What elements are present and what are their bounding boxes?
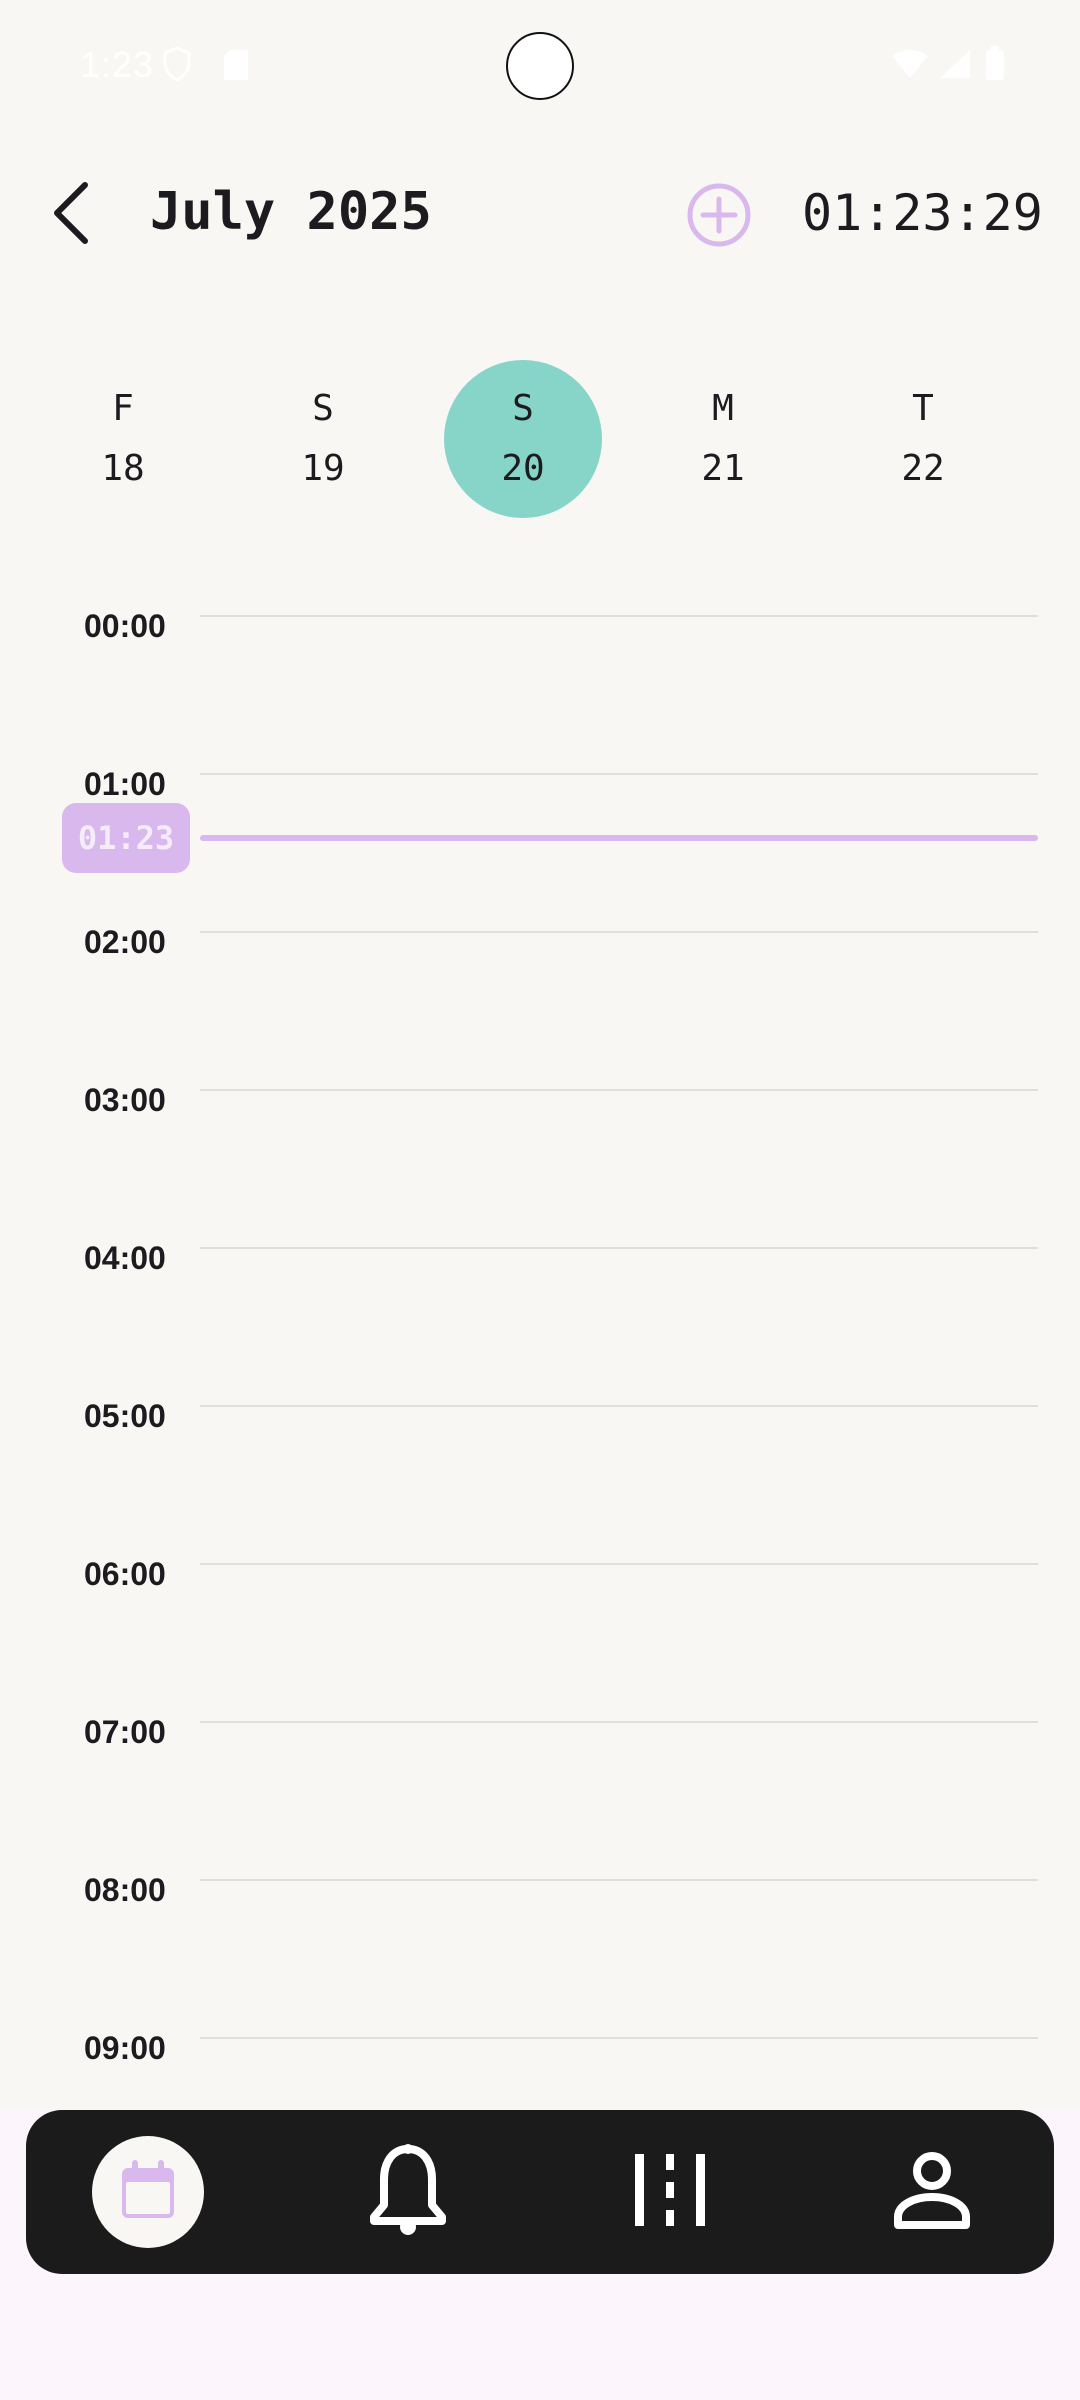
add-event-button[interactable] — [684, 182, 754, 252]
nav-profile[interactable] — [876, 2136, 988, 2248]
day-number: 21 — [701, 448, 745, 489]
nav-board[interactable] — [614, 2136, 726, 2248]
bottom-navigation — [26, 2110, 1054, 2274]
day-timeline[interactable]: 00:00 01:00 01:23 02:00 03:00 04:00 05:0… — [0, 580, 1080, 2110]
status-time: 1:23 — [80, 44, 155, 85]
hour-gridline — [200, 1563, 1038, 1565]
columns-icon — [631, 2150, 709, 2235]
hour-label: 09:00 — [84, 2030, 166, 2066]
day-number: 19 — [301, 448, 345, 489]
current-time-badge: 01:23 — [62, 803, 190, 873]
chevron-left-icon — [49, 181, 93, 250]
day-letter: S — [512, 388, 534, 429]
header: July 2025 01:23:29 — [0, 160, 1080, 270]
day-tue-22[interactable]: T 22 — [844, 360, 1002, 518]
hour-gridline — [200, 1089, 1038, 1091]
bell-icon — [370, 2143, 446, 2242]
hour-label: 05:00 — [84, 1398, 166, 1434]
shield-icon — [162, 46, 192, 87]
month-title[interactable]: July 2025 — [150, 182, 432, 242]
hour-label: 08:00 — [84, 1872, 166, 1908]
current-time-line — [200, 835, 1038, 841]
person-icon — [892, 2151, 972, 2234]
day-letter: F — [112, 388, 134, 429]
day-strip: F 18 S 19 S 20 M 21 T 22 — [0, 360, 1080, 520]
hour-gridline — [200, 1879, 1038, 1881]
day-letter: M — [712, 388, 734, 429]
day-mon-21[interactable]: M 21 — [644, 360, 802, 518]
day-sat-19[interactable]: S 19 — [244, 360, 402, 518]
battery-icon — [984, 46, 1006, 87]
wifi-icon — [890, 48, 930, 85]
day-number: 20 — [501, 448, 545, 489]
hour-gridline — [200, 1247, 1038, 1249]
hour-label: 04:00 — [84, 1240, 166, 1276]
hour-label: 02:00 — [84, 924, 166, 960]
current-time-clock: 01:23:29 — [802, 184, 1043, 242]
hour-gridline — [200, 1405, 1038, 1407]
day-letter: T — [912, 388, 934, 429]
signal-icon — [938, 48, 972, 85]
hour-gridline — [200, 1721, 1038, 1723]
day-letter: S — [312, 388, 334, 429]
hour-label: 06:00 — [84, 1556, 166, 1592]
hour-gridline — [200, 773, 1038, 775]
nav-calendar[interactable] — [92, 2136, 204, 2248]
hour-gridline — [200, 931, 1038, 933]
status-bar: 1:23 — [0, 0, 1080, 130]
hour-label: 01:00 — [84, 766, 166, 802]
back-button[interactable] — [36, 180, 106, 250]
add-circle-icon — [686, 182, 752, 253]
day-number: 22 — [901, 448, 945, 489]
nav-notifications[interactable] — [352, 2136, 464, 2248]
camera-cutout — [506, 32, 574, 100]
day-number: 18 — [101, 448, 145, 489]
calendar-screen: 1:23 July 2025 01:23:29 F 18 S 19 S 20 M… — [0, 0, 1080, 2400]
hour-label: 07:00 — [84, 1714, 166, 1750]
day-sun-20-selected[interactable]: S 20 — [444, 360, 602, 518]
hour-label: 00:00 — [84, 608, 166, 644]
calendar-icon — [118, 2158, 178, 2227]
hour-gridline — [200, 615, 1038, 617]
hour-label: 03:00 — [84, 1082, 166, 1118]
hour-gridline — [200, 2037, 1038, 2039]
day-fri-18[interactable]: F 18 — [44, 360, 202, 518]
sd-card-icon — [222, 48, 250, 87]
